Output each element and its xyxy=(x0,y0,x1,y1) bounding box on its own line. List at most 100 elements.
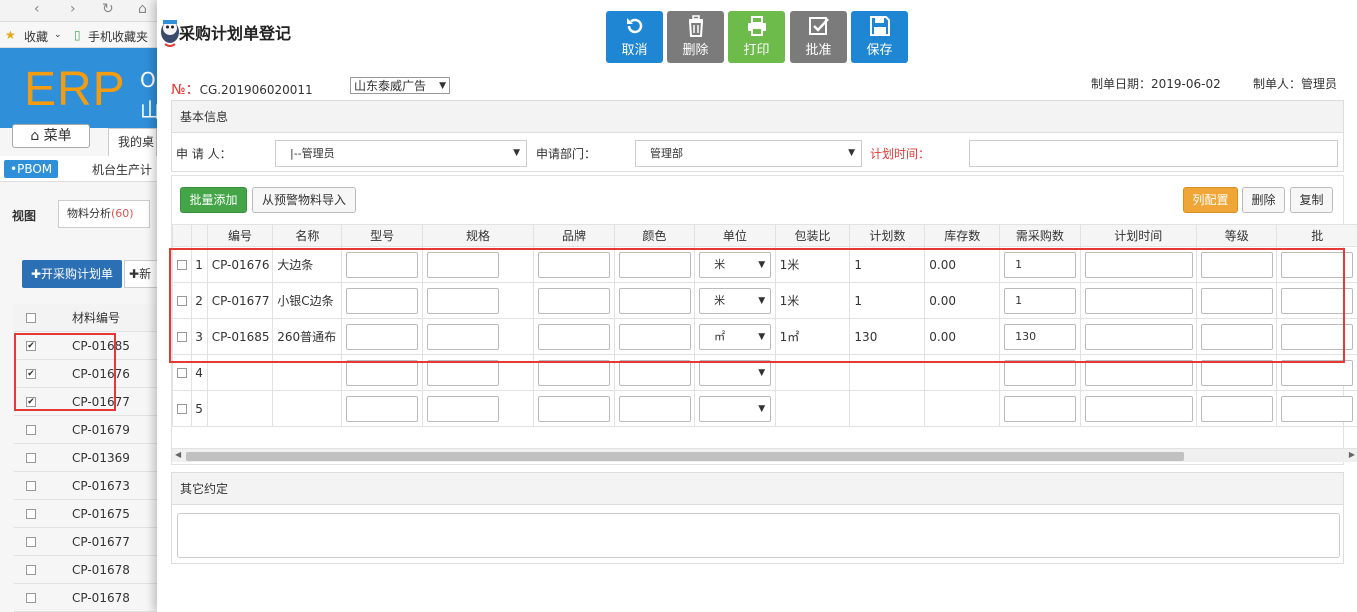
column-header: 规格 xyxy=(421,224,535,247)
number-value: CG.201906020011 xyxy=(199,83,313,97)
other-terms-header: 其它约定 xyxy=(172,473,1343,505)
forward-icon[interactable]: › xyxy=(70,1,76,17)
list-item[interactable]: CP-01679 xyxy=(14,416,157,444)
checkbox-icon xyxy=(808,17,829,35)
grid-delete-button[interactable]: 删除 xyxy=(1242,187,1285,213)
row-checkbox[interactable] xyxy=(26,481,36,491)
spec-cell xyxy=(421,390,535,427)
nav-pbom[interactable]: •PBOM xyxy=(4,160,59,178)
horizontal-scrollbar[interactable]: ◀ ▶ xyxy=(172,448,1357,462)
basic-info-header: 基本信息 xyxy=(172,101,1343,133)
color-input[interactable] xyxy=(618,395,691,422)
need-qty-input[interactable] xyxy=(1004,359,1077,386)
back-icon[interactable]: ‹ xyxy=(34,1,40,17)
row-checkbox[interactable] xyxy=(26,565,36,575)
select-all-checkbox[interactable] xyxy=(26,313,36,323)
erp-logo: ERP xyxy=(24,63,126,116)
row-checkbox[interactable] xyxy=(177,368,187,378)
need-qty-input[interactable] xyxy=(1004,395,1077,422)
applicant-label: 申 请 人： xyxy=(176,147,232,161)
model-cell xyxy=(341,390,423,427)
other-terms-textarea[interactable] xyxy=(177,513,1340,558)
plan-qty-cell xyxy=(849,390,926,427)
cancel-label: 取消 xyxy=(621,43,648,58)
list-item[interactable]: CP-01675 xyxy=(14,500,157,528)
unit-select[interactable]: ▼ xyxy=(699,395,772,422)
import-warning-button[interactable]: 从预警物料导入 xyxy=(252,187,356,213)
row-checkbox[interactable] xyxy=(26,425,36,435)
model-input[interactable] xyxy=(346,359,419,386)
grade-input[interactable] xyxy=(1201,359,1274,386)
other-terms-panel: 其它约定 xyxy=(171,472,1344,564)
column-header: 颜色 xyxy=(613,224,696,247)
list-item[interactable]: CP-01673 xyxy=(14,472,157,500)
row-checkbox[interactable] xyxy=(26,537,36,547)
batch-input[interactable] xyxy=(1281,359,1354,386)
purchase-plan-dialog: 采购计划单登记 取消 删除 打印 批准 保存 №：CG.201906020011… xyxy=(157,0,1357,612)
applicant-select[interactable]: |--管理员 ▼ xyxy=(275,140,527,167)
menu-button[interactable]: ⌂ 菜单 xyxy=(12,124,90,148)
material-code: CP-01678 xyxy=(72,591,130,605)
new-label: 新 xyxy=(139,267,152,281)
dialog-title: 采购计划单登记 xyxy=(179,24,292,43)
chevron-down-icon: ⌄ xyxy=(54,30,62,40)
save-button[interactable]: 保存 xyxy=(851,11,908,63)
code-cell xyxy=(206,390,274,427)
column-header xyxy=(172,224,193,247)
material-count: (60) xyxy=(111,207,134,220)
column-config-button[interactable]: 列配置 xyxy=(1183,187,1238,213)
scroll-left-icon[interactable]: ◀ xyxy=(175,450,181,459)
material-analysis-tab[interactable]: 物料分析(60) xyxy=(58,200,150,228)
grid-copy-button[interactable]: 复制 xyxy=(1290,187,1333,213)
favorites-bar: ★ 收藏 ⌄ ▯ 手机收藏夹 xyxy=(0,22,157,48)
nav-machine-production[interactable]: 机台生产计 xyxy=(92,161,152,178)
material-code: CP-01369 xyxy=(72,451,130,465)
scroll-right-icon[interactable]: ▶ xyxy=(1349,450,1355,459)
brand-cell xyxy=(533,390,615,427)
list-item[interactable]: CP-01369 xyxy=(14,444,157,472)
spec-input[interactable] xyxy=(426,395,499,422)
row-checkbox[interactable] xyxy=(177,404,187,414)
print-button[interactable]: 打印 xyxy=(728,11,785,63)
refresh-icon[interactable]: ↻ xyxy=(102,1,114,17)
mobile-favorites-link[interactable]: 手机收藏夹 xyxy=(88,28,148,45)
brand-input[interactable] xyxy=(538,395,611,422)
open-plan-button[interactable]: ✚开采购计划单 xyxy=(22,260,122,288)
grade-input[interactable] xyxy=(1201,395,1274,422)
name-cell xyxy=(272,390,343,427)
new-button[interactable]: ✚新 xyxy=(124,260,157,288)
delete-label: 删除 xyxy=(682,43,709,58)
menu-label: 菜单 xyxy=(43,128,72,144)
tab-desktop[interactable]: 我的桌 xyxy=(108,128,157,156)
plan-time-input[interactable] xyxy=(969,140,1338,167)
plan-time-label: 计划时间： xyxy=(870,147,931,161)
list-item[interactable]: CP-01678 xyxy=(14,584,157,612)
scrollbar-thumb[interactable] xyxy=(186,452,1184,461)
brand-input[interactable] xyxy=(538,359,611,386)
plan-time-input[interactable] xyxy=(1084,359,1193,386)
star-icon: ★ xyxy=(5,28,16,42)
pack-ratio-cell xyxy=(774,390,851,427)
unit-select[interactable]: ▼ xyxy=(699,359,772,386)
home-icon[interactable]: ⌂ xyxy=(138,1,147,17)
dept-select[interactable]: 管理部 ▼ xyxy=(635,140,862,167)
row-checkbox[interactable] xyxy=(26,453,36,463)
plan-time-input[interactable] xyxy=(1084,395,1193,422)
favorites-link[interactable]: 收藏 xyxy=(24,28,48,45)
supplier-select[interactable]: 山东泰威广告 ▼ xyxy=(350,77,450,94)
model-input[interactable] xyxy=(346,395,419,422)
highlight-box xyxy=(169,248,1345,363)
cancel-button[interactable]: 取消 xyxy=(606,11,663,63)
spec-input[interactable] xyxy=(426,359,499,386)
batch-input[interactable] xyxy=(1281,395,1354,422)
list-item[interactable]: CP-01677 xyxy=(14,528,157,556)
color-input[interactable] xyxy=(618,359,691,386)
batch-add-button[interactable]: 批量添加 xyxy=(180,187,247,213)
row-checkbox[interactable] xyxy=(26,593,36,603)
table-header-row: 编号 名称 型号 规格 品牌 颜色 单位 包装比 计划数 库存数 需采购数 计划时间 等级批 xyxy=(172,224,1357,247)
list-item[interactable]: CP-01678 xyxy=(14,556,157,584)
approve-button[interactable]: 批准 xyxy=(790,11,847,63)
grade-cell xyxy=(1196,390,1278,427)
delete-button[interactable]: 删除 xyxy=(667,11,724,63)
row-checkbox[interactable] xyxy=(26,509,36,519)
